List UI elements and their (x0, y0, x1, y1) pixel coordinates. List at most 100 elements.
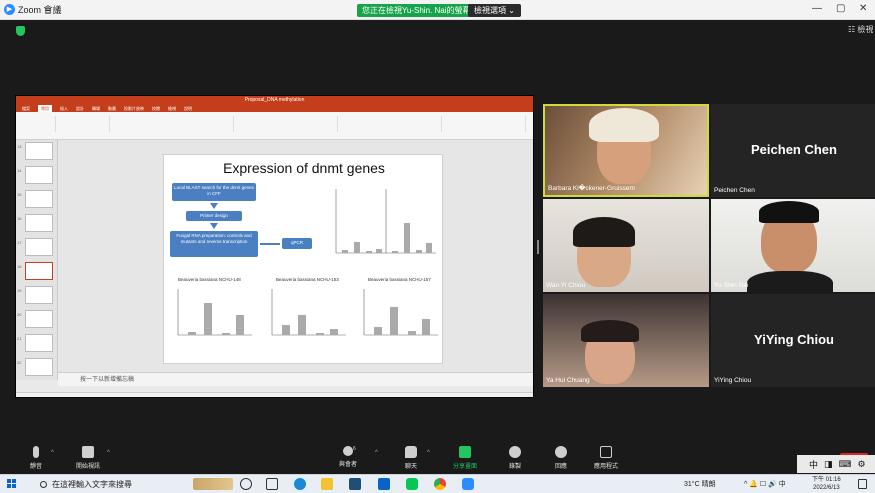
clock-time: 下午 01:16 (812, 477, 841, 483)
ppt-tab[interactable]: 動畫 (108, 105, 116, 112)
participant-bigname: Peichen Chen (751, 142, 837, 157)
close-icon[interactable]: ✕ (859, 3, 867, 14)
ppt-tab[interactable]: 校閱 (152, 105, 160, 112)
ime-keyboard-icon[interactable]: ⌨ (839, 459, 852, 470)
maximize-icon[interactable]: ▢ (836, 3, 845, 14)
current-slide[interactable]: Expression of dnmt genes Local BLAST sea… (163, 154, 443, 364)
clock-date: 2022/6/13 (812, 485, 840, 491)
minimize-icon[interactable]: — (812, 3, 822, 14)
chevron-up-icon[interactable]: ^ (427, 450, 430, 456)
ribbon-group-slides[interactable] (60, 116, 110, 132)
smiley-icon (555, 446, 567, 458)
weather-widget[interactable]: 31°C 晴朗 (684, 479, 716, 489)
reactions-button[interactable]: 回應 (536, 446, 586, 470)
share-screen-label: 分享畫面 (452, 464, 477, 470)
shield-icon[interactable] (16, 26, 25, 36)
view-button[interactable]: ☷ 檢視 (848, 24, 873, 35)
ppt-titlebar: Proposal_DNA methylation (16, 96, 533, 105)
chrome-icon[interactable] (434, 478, 446, 490)
shared-powerpoint-window[interactable]: Proposal_DNA methylation 檔案 常用 插入 設計 轉場 … (15, 95, 534, 398)
line-icon[interactable] (406, 478, 418, 490)
video-tile-yushin[interactable]: Yu-Shin Nai (711, 199, 875, 292)
video-off-icon (82, 446, 94, 458)
slide-thumbnail[interactable] (25, 286, 53, 304)
thumb-number: 13 (17, 144, 22, 149)
slide-thumbnail[interactable] (25, 166, 53, 184)
thumb-number: 20 (17, 312, 22, 317)
file-explorer-icon[interactable] (321, 478, 333, 490)
slide-thumbnail-active[interactable] (25, 262, 53, 280)
slide-thumbnails-panel[interactable]: 13 14 15 16 17 18 19 20 21 22 (16, 140, 58, 380)
ime-settings-icon[interactable]: ⚙ (858, 459, 866, 470)
search-placeholder: 在這裡輸入文字來搜尋 (52, 480, 132, 489)
ime-halfwidth-icon[interactable]: ◨ (824, 459, 833, 470)
store-icon[interactable] (349, 478, 361, 490)
split-handle[interactable] (537, 240, 539, 254)
ppt-tab[interactable]: 說明 (184, 105, 192, 112)
slide-thumbnail[interactable] (25, 310, 53, 328)
edge-icon[interactable] (294, 478, 306, 490)
video-tile-peichen[interactable]: Peichen Chen Peichen Chen (711, 104, 875, 197)
chevron-up-icon[interactable]: ^ (375, 450, 378, 456)
participants-button[interactable]: 6 與會者 (323, 446, 373, 468)
mail-icon[interactable] (378, 478, 390, 490)
start-video-button[interactable]: 開始視訊 (63, 446, 113, 470)
apps-button[interactable]: 應用程式 (581, 446, 631, 470)
record-label: 錄製 (508, 464, 521, 470)
video-tile-wanyi[interactable]: Wan Yi Chiou (543, 199, 709, 292)
ime-chinese-toggle[interactable]: 中 (809, 458, 818, 471)
share-screen-button[interactable]: 分享畫面 (440, 446, 490, 470)
ppt-tab[interactable]: 插入 (60, 105, 68, 112)
ppt-tab[interactable]: 常用 (38, 105, 52, 112)
slide-thumbnail[interactable] (25, 334, 53, 352)
participant-name: YiYing Chiou (714, 377, 752, 384)
chat-icon (405, 446, 417, 458)
ppt-tab[interactable]: 投影片放映 (124, 105, 144, 112)
share-screen-icon (459, 446, 471, 458)
ribbon-group-editing[interactable] (446, 116, 526, 132)
slide-thumbnail[interactable] (25, 214, 53, 232)
task-view-icon[interactable] (266, 478, 278, 490)
chevron-up-icon[interactable]: ^ (51, 450, 54, 456)
windows-start-icon[interactable] (7, 479, 17, 489)
thumb-number: 16 (17, 216, 22, 221)
ribbon-group-paragraph[interactable] (238, 116, 338, 132)
record-button[interactable]: 錄製 (490, 446, 540, 470)
chart-title: Beauveria bassiana NCHU-148 (178, 277, 241, 282)
notification-icon[interactable] (858, 479, 867, 489)
speaker-notes[interactable]: 按一下以新增備忘稿 (58, 372, 533, 386)
cortana-icon[interactable] (240, 478, 252, 490)
flow-box-rna: Fungal RNA preparation: controls and mut… (170, 231, 258, 257)
zoom-meeting-screen: ▶ Zoom 會議 您正在檢視Yu-Shin. Nai的螢幕 檢視選項 ⌄ — … (0, 0, 875, 493)
slide-thumbnail[interactable] (25, 358, 53, 376)
video-tile-yahui[interactable]: Ya Hui Chuang (543, 294, 709, 387)
record-icon (509, 446, 521, 458)
ppt-tab[interactable]: 設計 (76, 105, 84, 112)
slide-thumbnail[interactable] (25, 190, 53, 208)
slide-thumbnail[interactable] (25, 238, 53, 256)
video-tile-barbara[interactable]: Barbara Kl�ckener-Gruissem (543, 104, 709, 197)
ppt-tab[interactable]: 檔案 (22, 105, 30, 112)
ppt-tab[interactable]: 轉場 (92, 105, 100, 112)
view-options-button[interactable]: 檢視選項 ⌄ (468, 4, 521, 17)
view-label: 檢視 (857, 25, 874, 34)
thumb-number: 14 (17, 168, 22, 173)
ribbon-group-font[interactable] (114, 116, 234, 132)
video-tile-yiying[interactable]: YiYing Chiou YiYing Chiou (711, 294, 875, 387)
ppt-tab[interactable]: 檢視 (168, 105, 176, 112)
flow-box-blast: Local BLAST search for the dnmt genes in… (172, 183, 256, 201)
ppt-statusbar (16, 392, 533, 397)
chevron-up-icon[interactable]: ^ (107, 450, 110, 456)
ribbon-group-clipboard[interactable] (20, 116, 56, 132)
ime-toolbar[interactable]: 中 ◨ ⌨ ⚙ (797, 455, 875, 473)
slide-thumbnail[interactable] (25, 142, 53, 160)
reactions-label: 回應 (554, 464, 567, 470)
taskbar-clock[interactable]: 下午 01:16 2022/6/13 (812, 476, 841, 492)
taskbar-search-input[interactable]: 在這裡輸入文字來搜尋 (38, 477, 193, 492)
ribbon-group-drawing[interactable] (342, 116, 442, 132)
thumb-number: 22 (17, 360, 22, 365)
chart-title: Beauveria bassiana NCHU-153 (276, 277, 339, 282)
zoom-taskbar-icon[interactable] (462, 478, 474, 490)
system-tray-icons[interactable]: ^ 🔔 ☐ 🔊 中 (744, 479, 786, 489)
search-highlight-image[interactable] (193, 478, 233, 490)
